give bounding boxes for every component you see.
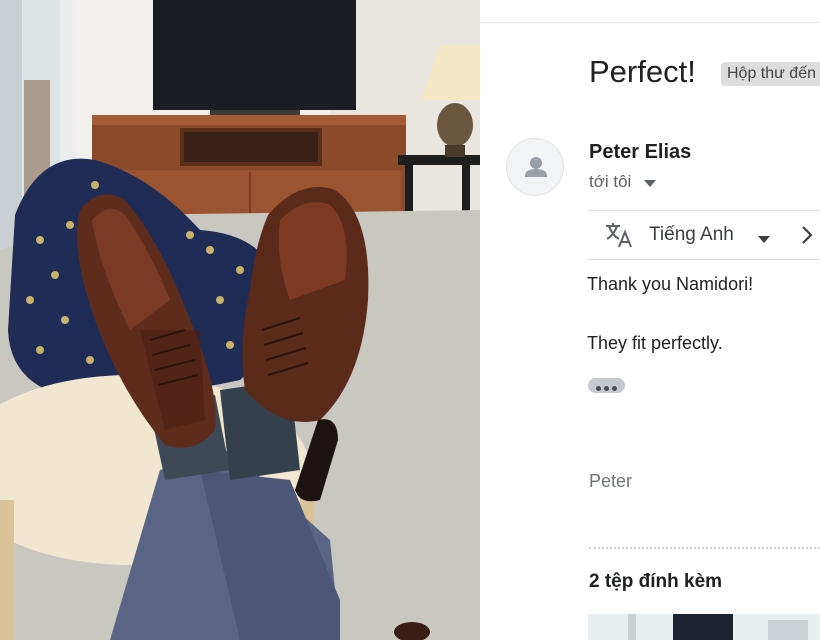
top-divider (480, 22, 820, 23)
sender-name[interactable]: Peter Elias (589, 141, 691, 164)
dot (604, 386, 609, 391)
email-body-line: Thank you Namidori! (587, 274, 754, 294)
inbox-label-chip[interactable]: Hộp thư đến (721, 62, 820, 86)
translate-icon (604, 221, 634, 254)
show-trimmed-content-button[interactable] (588, 378, 625, 393)
dot (612, 386, 617, 391)
email-view: Perfect! Hộp thư đến Peter Elias tới tôi… (480, 0, 820, 640)
caret-down-icon (644, 173, 657, 193)
source-language-select[interactable]: Tiếng Anh (649, 224, 734, 246)
email-body-line: They fit perfectly. (587, 333, 723, 353)
person-icon (525, 157, 547, 177)
chevron-right-icon[interactable] (801, 225, 813, 250)
attachments-divider (589, 547, 820, 549)
translate-bar: Tiếng Anh (588, 210, 820, 260)
attachments-title: 2 tệp đính kèm (589, 571, 723, 592)
attachment-photo (0, 0, 480, 640)
recipient-label: tới tôi (589, 172, 632, 191)
dot (596, 386, 601, 391)
caret-down-icon[interactable] (758, 231, 770, 249)
sender-avatar[interactable] (506, 138, 564, 196)
recipient-details-toggle[interactable]: tới tôi (589, 172, 657, 193)
email-signature: Peter (589, 471, 633, 491)
email-subject: Perfect! (589, 54, 696, 89)
attachment-thumbnail[interactable] (588, 614, 820, 640)
